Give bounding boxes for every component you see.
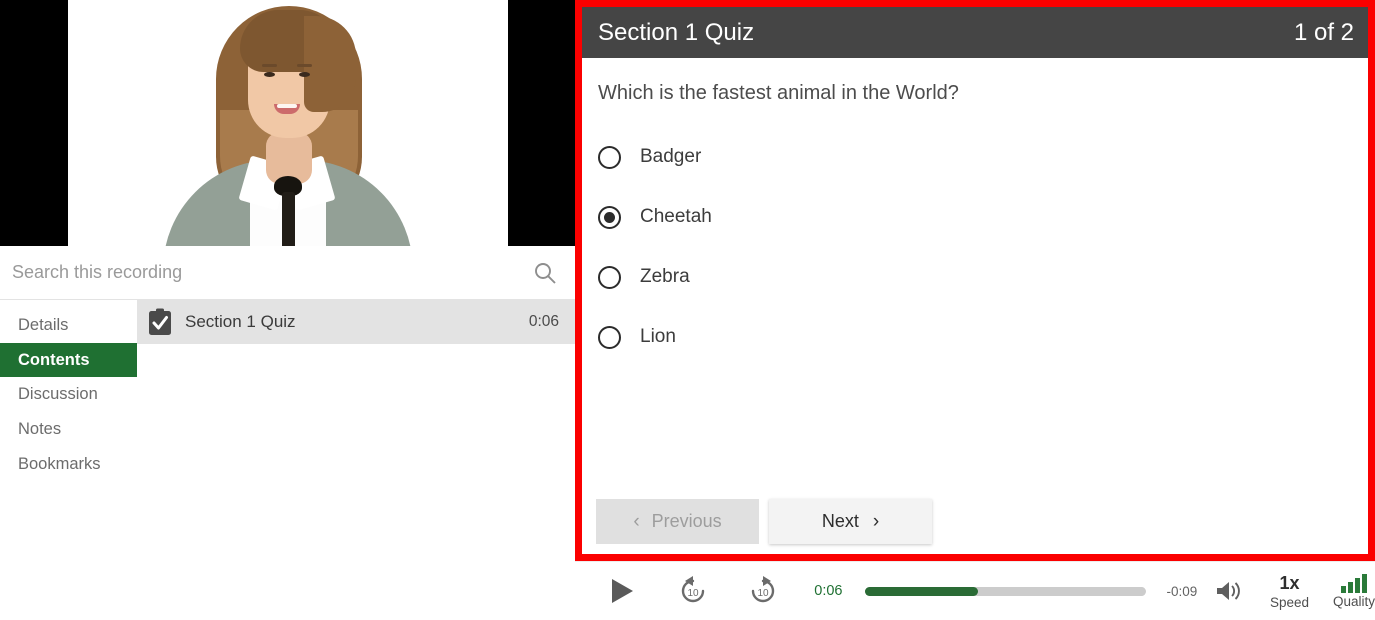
quiz-question-text: Which is the fastest animal in the World…	[598, 82, 959, 104]
list-item-title: Section 1 Quiz	[185, 312, 296, 331]
search-icon[interactable]	[533, 261, 557, 285]
next-button[interactable]: Next ›	[769, 499, 932, 544]
previous-button-label: Previous	[651, 511, 722, 531]
quiz-body: Which is the fastest animal in the World…	[582, 58, 1368, 554]
quiz-navigation: ‹ Previous Next ›	[596, 499, 932, 544]
search-input[interactable]	[12, 262, 492, 283]
speed-value: 1x	[1279, 572, 1300, 593]
current-time: 0:06	[814, 583, 843, 599]
recording-player-page: Details Contents Discussion Notes Bookma…	[0, 0, 1375, 620]
quiz-option-label: Lion	[640, 326, 676, 347]
svg-text:10: 10	[757, 588, 769, 599]
list-item-duration: 0:06	[528, 313, 559, 330]
rewind-10-icon[interactable]: 10	[671, 574, 713, 608]
quiz-panel: Section 1 Quiz 1 of 2 Which is the faste…	[575, 0, 1375, 561]
svg-text:10: 10	[687, 588, 699, 599]
quiz-option-badger[interactable]: Badger	[598, 127, 1368, 187]
player-controls: 10 10 0:06 -0:09 1x Speed Quality	[575, 561, 1375, 620]
quiz-options: Badger Cheetah Zebra Lion	[598, 127, 1368, 367]
quality-button[interactable]: Quality	[1333, 573, 1375, 609]
quiz-option-label: Cheetah	[640, 206, 712, 227]
quiz-option-cheetah[interactable]: Cheetah	[598, 187, 1368, 247]
sidebar-item-notes[interactable]: Notes	[0, 412, 137, 447]
contents-list: Section 1 Quiz 0:06	[137, 300, 575, 344]
radio-button-zebra[interactable]	[598, 265, 621, 289]
sidebar-item-contents[interactable]: Contents	[0, 342, 137, 378]
list-item[interactable]: Section 1 Quiz 0:06	[137, 300, 575, 344]
video-frame[interactable]	[68, 0, 508, 246]
play-icon[interactable]	[601, 577, 643, 605]
chevron-left-icon: ‹	[633, 510, 640, 532]
speed-button[interactable]: 1x Speed	[1270, 573, 1309, 610]
quiz-option-lion[interactable]: Lion	[598, 307, 1368, 367]
forward-10-icon[interactable]: 10	[742, 574, 784, 608]
sidebar-item-bookmarks[interactable]: Bookmarks	[0, 447, 137, 482]
radio-button-cheetah[interactable]	[598, 205, 621, 229]
next-button-label: Next	[821, 511, 859, 531]
presenter-image	[68, 0, 508, 246]
sidebar-item-details[interactable]: Details	[0, 308, 137, 343]
progress-bar[interactable]	[864, 586, 1147, 596]
sidebar-item-discussion[interactable]: Discussion	[0, 377, 137, 412]
progress-bar-fill	[864, 586, 978, 596]
video-stage[interactable]	[0, 0, 575, 246]
radio-button-lion[interactable]	[598, 325, 621, 349]
volume-icon[interactable]	[1213, 578, 1246, 604]
remaining-time: -0:09	[1166, 583, 1198, 599]
quiz-header: Section 1 Quiz 1 of 2	[582, 7, 1368, 58]
quiz-clipboard-icon	[147, 308, 173, 336]
speed-label: Speed	[1269, 594, 1309, 610]
quiz-option-label: Zebra	[640, 266, 690, 287]
previous-button[interactable]: ‹ Previous	[596, 499, 759, 544]
sidebar-tabs: Details Contents Discussion Notes Bookma…	[0, 300, 137, 481]
quiz-option-label: Badger	[640, 146, 702, 167]
chevron-right-icon: ›	[872, 510, 880, 532]
signal-bars-icon	[1341, 573, 1367, 593]
radio-button-badger[interactable]	[598, 145, 621, 169]
quiz-option-zebra[interactable]: Zebra	[598, 247, 1368, 307]
quiz-question-counter: 1 of 2	[1293, 18, 1354, 46]
quiz-title: Section 1 Quiz	[598, 18, 755, 46]
search-bar[interactable]	[0, 246, 575, 300]
quality-label: Quality	[1332, 594, 1375, 609]
left-column: Details Contents Discussion Notes Bookma…	[0, 0, 575, 620]
